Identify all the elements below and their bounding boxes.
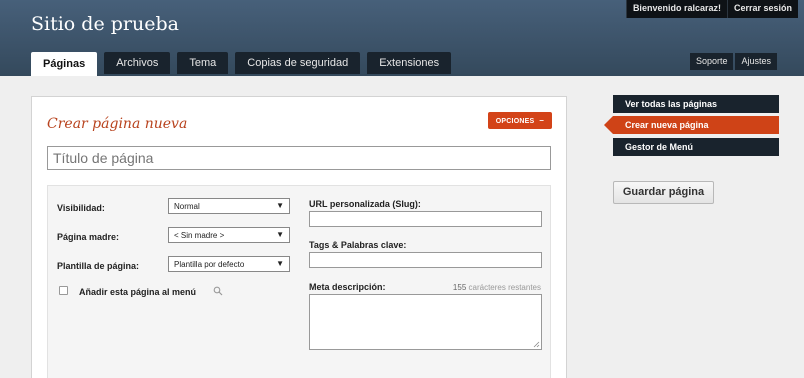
meta-description-label: Meta descripción: xyxy=(309,282,386,292)
meta-char-text: carácteres restantes xyxy=(468,283,541,292)
tab-backups[interactable]: Copias de seguridad xyxy=(235,52,361,74)
sidebar-item-create-page[interactable]: Crear nueva página xyxy=(613,116,779,134)
resize-handle-icon[interactable] xyxy=(533,341,540,348)
save-page-button[interactable]: Guardar página xyxy=(613,181,714,204)
settings-link[interactable]: Ajustes xyxy=(735,53,777,70)
page-options-box: Visibilidad: Normal ▼ Página madre: < Si… xyxy=(47,185,551,378)
meta-description-textarea[interactable] xyxy=(309,294,542,350)
visibility-select[interactable]: Normal ▼ xyxy=(168,198,290,214)
meta-char-counter: 155 carácteres restantes xyxy=(453,283,541,292)
sidebar-item-view-all-pages[interactable]: Ver todas las páginas xyxy=(613,95,779,113)
logout-link[interactable]: Cerrar sesión xyxy=(726,0,798,18)
collapse-icon: – xyxy=(539,116,544,125)
utility-links: Soporte Ajustes xyxy=(688,53,777,70)
options-button[interactable]: OPCIONES – xyxy=(487,112,552,129)
add-to-menu-checkbox[interactable] xyxy=(59,286,68,295)
page-heading: Crear página nueva xyxy=(47,116,188,132)
tags-input[interactable] xyxy=(309,252,542,268)
parent-select[interactable]: < Sin madre > ▼ xyxy=(168,227,290,243)
main-tabs: Páginas Archivos Tema Copias de segurida… xyxy=(31,52,458,76)
support-link[interactable]: Soporte xyxy=(689,53,734,70)
edit-page-panel: Crear página nueva OPCIONES– Visibilidad… xyxy=(31,96,567,378)
welcome-user-link[interactable]: Bienvenido ralcaraz! xyxy=(625,0,727,18)
add-to-menu-label: Añadir esta página al menú xyxy=(79,287,197,297)
parent-label: Página madre: xyxy=(57,232,120,242)
chevron-down-icon: ▼ xyxy=(276,259,284,268)
tab-pages[interactable]: Páginas xyxy=(31,52,98,76)
sidebar-item-menu-manager[interactable]: Gestor de Menú xyxy=(613,138,779,156)
chevron-down-icon: ▼ xyxy=(276,201,284,210)
template-label: Plantilla de página: xyxy=(57,261,140,271)
tags-label: Tags & Palabras clave: xyxy=(309,240,407,250)
tab-files[interactable]: Archivos xyxy=(104,52,171,74)
slug-label: URL personalizada (Slug): xyxy=(309,199,421,209)
header: Sitio de prueba Bienvenido ralcaraz! Cer… xyxy=(0,0,804,76)
tab-theme[interactable]: Tema xyxy=(177,52,229,74)
visibility-value: Normal xyxy=(174,202,200,211)
search-icon[interactable] xyxy=(213,286,223,296)
active-indicator-arrow xyxy=(604,116,613,134)
parent-value: < Sin madre > xyxy=(174,231,225,240)
tab-plugins[interactable]: Extensiones xyxy=(367,52,452,74)
slug-input[interactable] xyxy=(309,211,542,227)
site-title: Sitio de prueba xyxy=(31,13,179,35)
template-select[interactable]: Plantilla por defecto ▼ xyxy=(168,256,290,272)
top-links: Bienvenido ralcaraz! Cerrar sesión xyxy=(625,0,798,18)
chevron-down-icon: ▼ xyxy=(276,230,284,239)
template-value: Plantilla por defecto xyxy=(174,260,245,269)
visibility-label: Visibilidad: xyxy=(57,203,105,213)
options-label: OPCIONES xyxy=(495,118,535,125)
meta-char-count: 155 xyxy=(452,283,467,292)
page-title-input[interactable] xyxy=(47,146,551,170)
